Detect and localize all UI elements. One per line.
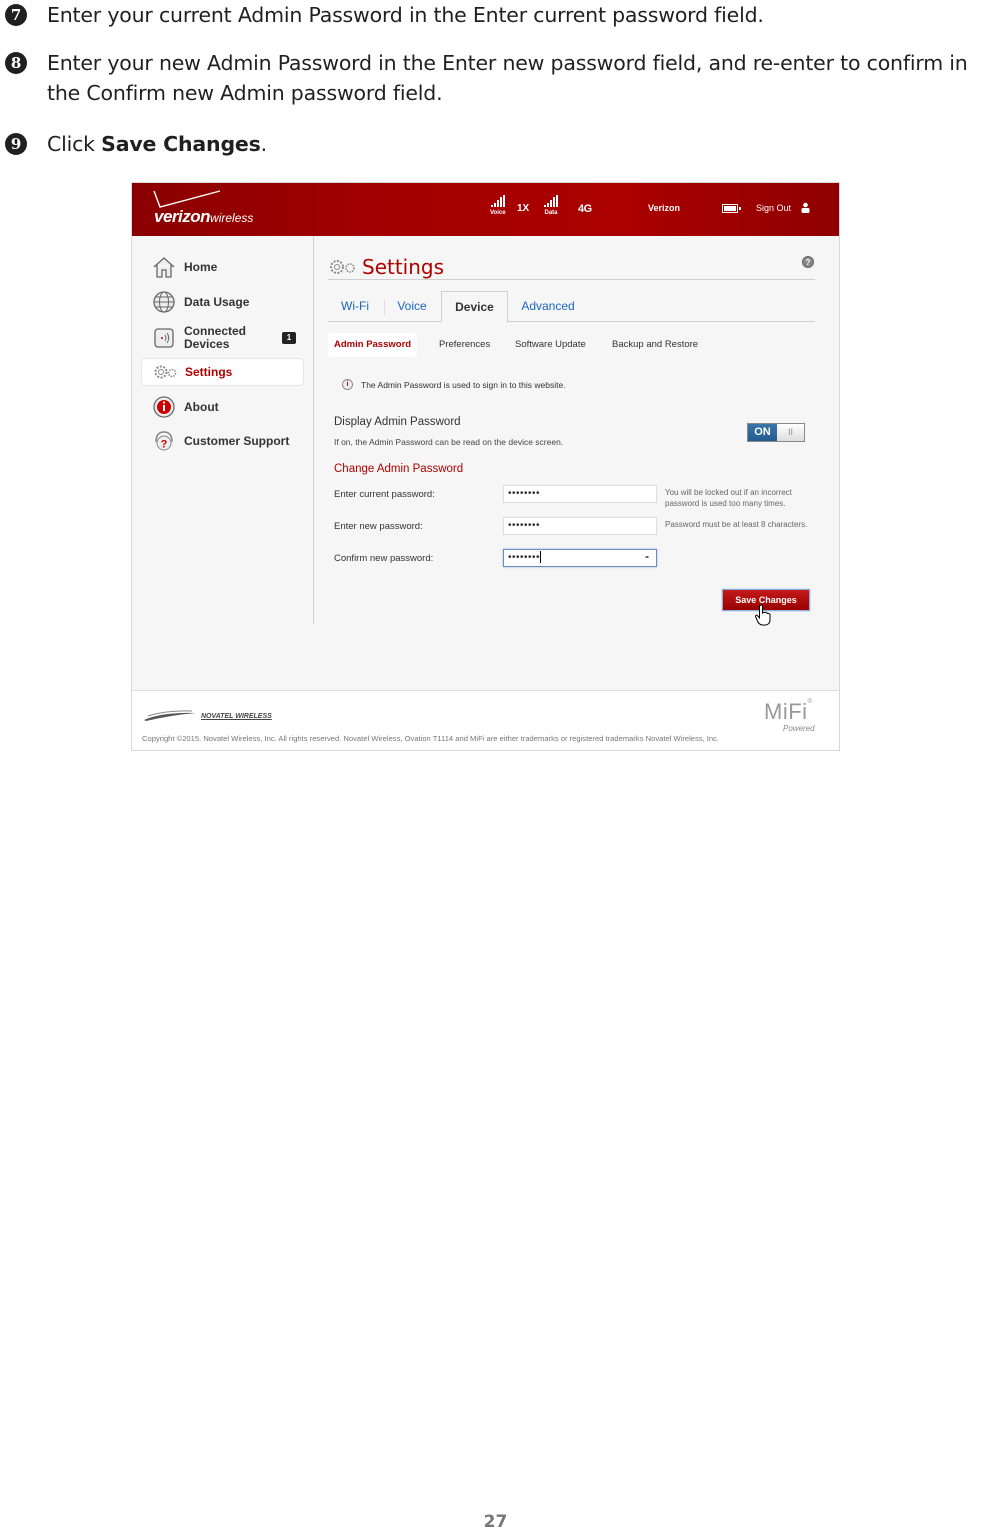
sidebar-item-label: About bbox=[184, 400, 219, 414]
network-1x: 1X bbox=[517, 203, 530, 214]
svg-text:?: ? bbox=[161, 439, 168, 451]
step-9-prefix: Click bbox=[47, 132, 102, 156]
logo-wireless: wireless bbox=[210, 211, 254, 225]
text-caret bbox=[540, 551, 542, 564]
logo-brand: verizon bbox=[154, 207, 211, 226]
current-password-value: •••••••• bbox=[508, 488, 541, 499]
gears-icon bbox=[330, 260, 355, 274]
user-icon[interactable] bbox=[801, 202, 810, 213]
step-9-bold: Save Changes bbox=[101, 132, 261, 156]
settings-tabs: Wi-Fi Voice Device Advanced bbox=[328, 291, 815, 323]
gears-icon bbox=[154, 365, 177, 379]
subtab-preferences[interactable]: Preferences bbox=[439, 333, 490, 357]
confirm-password-value: •••••••• bbox=[508, 552, 541, 563]
verizon-logo[interactable]: verizonwireless bbox=[154, 207, 253, 227]
novatel-logo: NOVATEL WIRELESS bbox=[142, 710, 272, 722]
sidebar-item-connected-devices[interactable]: Connected Devices 1 bbox=[141, 323, 304, 353]
sidebar-item-data-usage[interactable]: Data Usage bbox=[141, 288, 304, 316]
mifi-logo: MiFi® bbox=[764, 699, 812, 725]
network-4g: 4G bbox=[578, 203, 592, 215]
toggle-on-label: ON bbox=[748, 424, 777, 441]
subtab-backup-restore[interactable]: Backup and Restore bbox=[612, 333, 698, 357]
tab-device[interactable]: Device bbox=[441, 291, 508, 323]
step-9-text: Click Save Changes. bbox=[47, 129, 991, 159]
display-password-toggle[interactable]: ON II bbox=[747, 423, 805, 442]
novatel-swoosh-icon bbox=[144, 710, 196, 721]
current-password-hint: You will be locked out if an incorrect p… bbox=[665, 488, 792, 508]
mifi-registered: ® bbox=[807, 699, 813, 705]
mifi-wordmark: MiFi bbox=[764, 699, 808, 724]
new-password-label: Enter new password: bbox=[334, 521, 423, 532]
display-admin-password-desc: If on, the Admin Password can be read on… bbox=[334, 437, 564, 447]
sidebar-item-label: Settings bbox=[185, 365, 233, 379]
toggle-handle: II bbox=[777, 424, 804, 441]
current-password-label: Enter current password: bbox=[334, 489, 435, 500]
step-9-suffix: . bbox=[260, 132, 268, 156]
new-password-input[interactable]: •••••••• bbox=[503, 517, 657, 535]
info-icon: i bbox=[342, 379, 353, 390]
page-title: Settings bbox=[328, 255, 444, 279]
novatel-wordmark: NOVATEL WIRELESS bbox=[201, 712, 272, 720]
step-number-7-icon: 7 bbox=[5, 4, 27, 26]
admin-ui-screenshot: verizonwireless Voice 1X Data 4G Verizon… bbox=[131, 182, 840, 751]
data-signal: Data bbox=[544, 195, 558, 216]
signal-bars-icon bbox=[544, 195, 558, 207]
info-icon bbox=[153, 396, 175, 418]
home-icon bbox=[153, 257, 175, 278]
top-bar: verizonwireless Voice 1X Data 4G Verizon… bbox=[132, 183, 839, 236]
subtab-software-update[interactable]: Software Update bbox=[515, 333, 586, 357]
confirm-password-label: Confirm new password: bbox=[334, 553, 434, 564]
change-admin-password-title: Change Admin Password bbox=[334, 463, 464, 475]
page-title-text: Settings bbox=[362, 255, 445, 279]
tab-advanced[interactable]: Advanced bbox=[512, 291, 584, 322]
step-7-text: Enter your current Admin Password in the… bbox=[47, 3, 764, 27]
sidebar-item-label: Data Usage bbox=[184, 295, 250, 309]
battery-icon bbox=[722, 204, 741, 213]
tab-voice[interactable]: Voice bbox=[386, 291, 438, 322]
info-text: The Admin Password is used to sign in to… bbox=[361, 379, 566, 390]
display-admin-password-title: Display Admin Password bbox=[334, 416, 461, 428]
voice-signal: Voice bbox=[490, 195, 506, 216]
hand-cursor-icon bbox=[754, 604, 771, 626]
device-count-badge: 1 bbox=[282, 332, 296, 344]
page-number: 27 bbox=[483, 1512, 508, 1530]
voice-label: Voice bbox=[490, 210, 506, 216]
new-password-hint: Password must be at least 8 characters. bbox=[665, 520, 808, 529]
sidebar-item-customer-support[interactable]: ? Customer Support bbox=[141, 427, 304, 455]
device-icon bbox=[154, 328, 174, 348]
mifi-powered: Powered bbox=[783, 724, 815, 733]
current-password-input[interactable]: •••••••• bbox=[503, 485, 657, 503]
sidebar: Home Data Usage Connected Devices 1 Setti… bbox=[132, 236, 314, 624]
copyright-text: Copyright ©2015. Novatel Wireless, Inc. … bbox=[142, 734, 720, 743]
step-number-9-icon: 9 bbox=[5, 133, 27, 155]
footer: NOVATEL WIRELESS Copyright ©2015. Novate… bbox=[132, 690, 839, 750]
step-8-text: Enter your new Admin Password in the Ent… bbox=[47, 51, 968, 105]
sidebar-item-label: Customer Support bbox=[184, 434, 290, 448]
reveal-password-icon[interactable]: ◓ bbox=[645, 550, 650, 566]
new-password-value: •••••••• bbox=[508, 520, 541, 531]
support-icon: ? bbox=[155, 431, 173, 451]
confirm-password-input[interactable]: •••••••• ◓ bbox=[503, 549, 657, 567]
sidebar-item-settings[interactable]: Settings bbox=[141, 358, 304, 386]
tab-separator bbox=[384, 299, 385, 315]
carrier-name: Verizon bbox=[648, 203, 681, 213]
subtab-admin-password[interactable]: Admin Password bbox=[328, 333, 418, 357]
label-line-2: Devices bbox=[184, 337, 230, 351]
tab-wifi[interactable]: Wi-Fi bbox=[328, 291, 382, 322]
title-divider bbox=[328, 279, 815, 280]
info-message: i The Admin Password is used to sign in … bbox=[342, 379, 566, 390]
globe-icon bbox=[153, 291, 175, 313]
sidebar-item-home[interactable]: Home bbox=[141, 253, 304, 281]
sidebar-item-about[interactable]: About bbox=[141, 393, 304, 421]
help-icon[interactable]: ? bbox=[802, 256, 814, 268]
signal-bars-icon bbox=[490, 195, 506, 207]
label-line-1: Connected bbox=[184, 324, 247, 338]
step-number-8-icon: 8 bbox=[5, 52, 27, 74]
data-label: Data bbox=[544, 210, 558, 216]
sidebar-item-label: Connected Devices bbox=[184, 325, 246, 351]
sidebar-item-label: Home bbox=[184, 260, 218, 274]
sign-out-link[interactable]: Sign Out bbox=[756, 203, 791, 213]
